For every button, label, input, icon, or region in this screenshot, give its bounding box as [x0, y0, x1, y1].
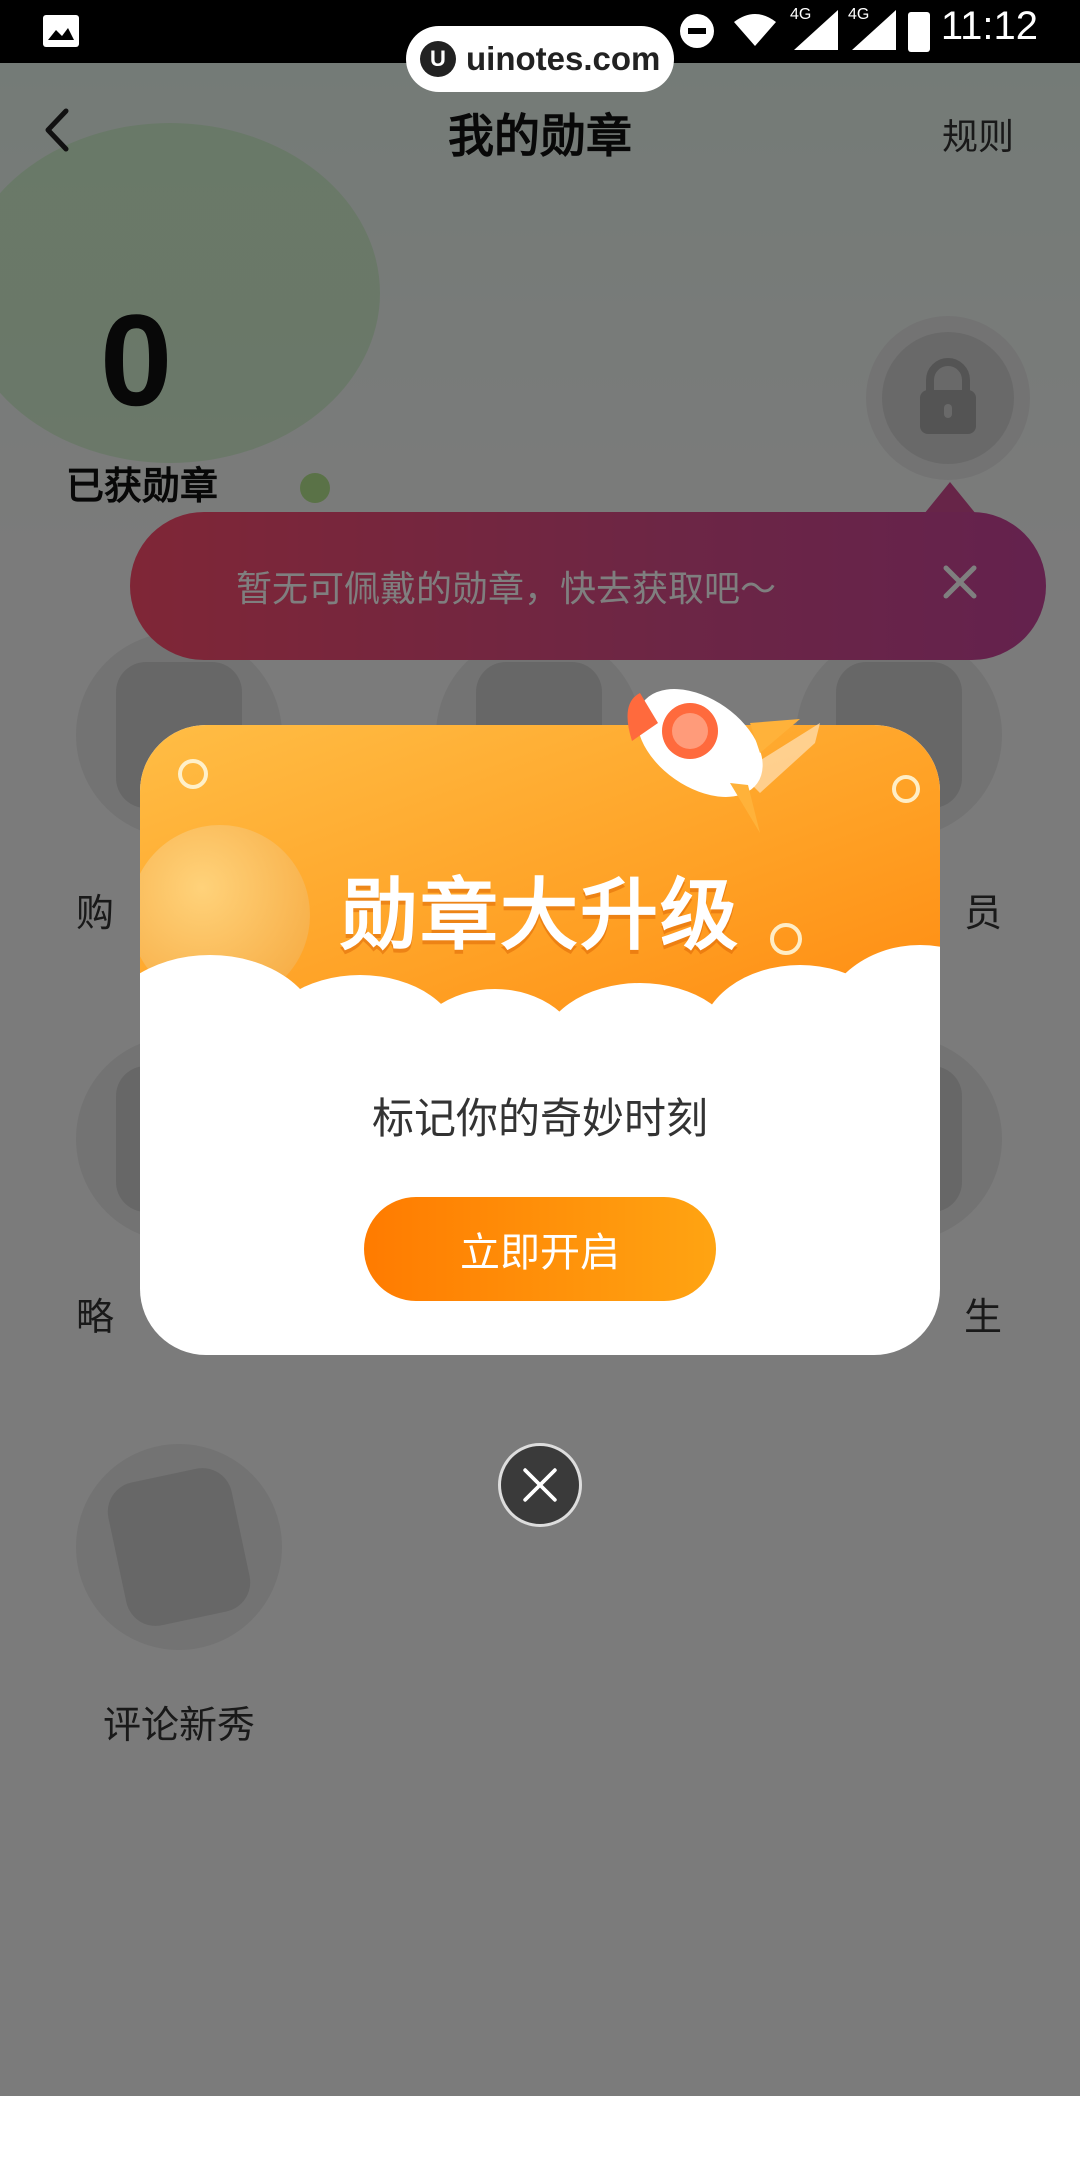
battery-icon [908, 12, 930, 52]
watermark-logo-icon: U [420, 41, 456, 77]
rocket-illustration [627, 689, 820, 833]
badge-page: 我的勋章 规则 0 已获勋章 购 员 略 生 评论新秀 暂无可佩戴的勋章，快去获… [0, 0, 1080, 2096]
signal-icon: 4G [848, 6, 896, 54]
image-notification-icon [43, 15, 79, 47]
signal-icon: 4G [790, 6, 838, 54]
watermark: U uinotes.com [406, 26, 674, 92]
wifi-icon [734, 14, 776, 46]
dialog-subtitle: 标记你的奇妙时刻 [371, 1094, 708, 1143]
do-not-disturb-icon [680, 14, 714, 48]
clock: 11:12 [940, 4, 1038, 48]
watermark-text: uinotes.com [466, 40, 661, 77]
badge-upgrade-dialog: 勋章大升级 标记你的奇妙时刻 立即开启 [140, 689, 940, 1355]
close-icon[interactable] [498, 1443, 582, 1527]
start-now-button[interactable]: 立即开启 [364, 1197, 716, 1301]
dialog-title: 勋章大升级 [339, 871, 740, 961]
